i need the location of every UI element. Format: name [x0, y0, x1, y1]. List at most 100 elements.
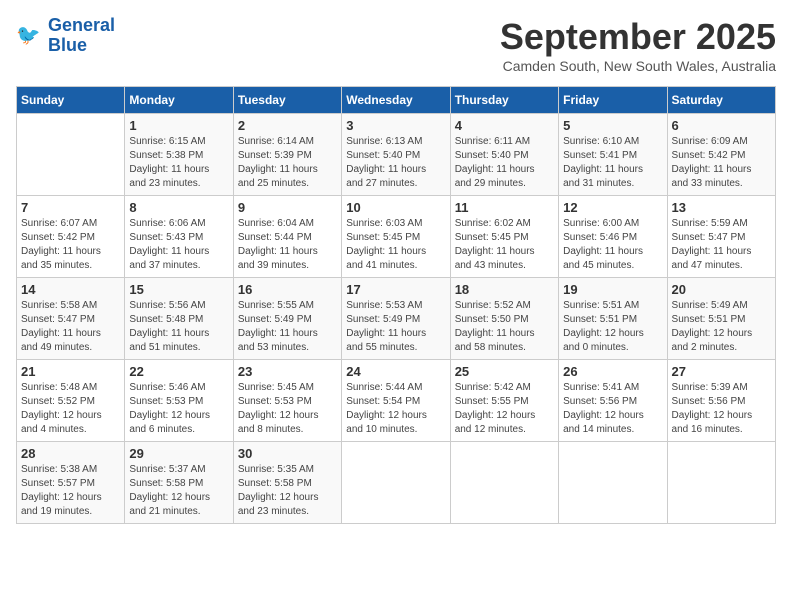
- day-sun-info: Sunrise: 6:04 AM Sunset: 5:44 PM Dayligh…: [238, 217, 337, 273]
- day-number: 21: [21, 364, 120, 379]
- calendar-cell: 2 Sunrise: 6:14 AM Sunset: 5:39 PM Daylig…: [233, 114, 341, 196]
- day-number: 3: [346, 118, 445, 133]
- day-sun-info: Sunrise: 5:55 AM Sunset: 5:49 PM Dayligh…: [238, 299, 337, 355]
- day-number: 23: [238, 364, 337, 379]
- weekday-header: Monday: [125, 87, 233, 114]
- calendar-cell: 3 Sunrise: 6:13 AM Sunset: 5:40 PM Daylig…: [342, 114, 450, 196]
- calendar-cell: 22 Sunrise: 5:46 AM Sunset: 5:53 PM Dayli…: [125, 360, 233, 442]
- calendar-cell: 12 Sunrise: 6:00 AM Sunset: 5:46 PM Dayli…: [559, 196, 667, 278]
- day-sun-info: Sunrise: 6:07 AM Sunset: 5:42 PM Dayligh…: [21, 217, 120, 273]
- day-number: 8: [129, 200, 228, 215]
- day-number: 30: [238, 446, 337, 461]
- day-number: 16: [238, 282, 337, 297]
- day-sun-info: Sunrise: 6:14 AM Sunset: 5:39 PM Dayligh…: [238, 135, 337, 191]
- day-sun-info: Sunrise: 6:00 AM Sunset: 5:46 PM Dayligh…: [563, 217, 662, 273]
- calendar-week-row: 21Sunrise: 5:48 AM Sunset: 5:52 PM Dayli…: [17, 360, 776, 442]
- calendar-week-row: 14 Sunrise: 5:58 AM Sunset: 5:47 PM Dayli…: [17, 278, 776, 360]
- day-number: 7: [21, 200, 120, 215]
- day-number: 24: [346, 364, 445, 379]
- day-sun-info: Sunrise: 6:10 AM Sunset: 5:41 PM Dayligh…: [563, 135, 662, 191]
- calendar-cell: 18Sunrise: 5:52 AM Sunset: 5:50 PM Dayli…: [450, 278, 558, 360]
- header: 🐦 General Blue September 2025 Camden Sou…: [16, 16, 776, 74]
- calendar-week-row: 7 Sunrise: 6:07 AM Sunset: 5:42 PM Daylig…: [17, 196, 776, 278]
- calendar-cell: 13Sunrise: 5:59 AM Sunset: 5:47 PM Dayli…: [667, 196, 775, 278]
- calendar-cell: 9Sunrise: 6:04 AM Sunset: 5:44 PM Daylig…: [233, 196, 341, 278]
- day-number: 28: [21, 446, 120, 461]
- day-sun-info: Sunrise: 6:11 AM Sunset: 5:40 PM Dayligh…: [455, 135, 554, 191]
- calendar-cell: 10 Sunrise: 6:03 AM Sunset: 5:45 PM Dayli…: [342, 196, 450, 278]
- day-number: 10: [346, 200, 445, 215]
- weekday-header: Saturday: [667, 87, 775, 114]
- day-sun-info: Sunrise: 5:49 AM Sunset: 5:51 PM Dayligh…: [672, 299, 771, 355]
- day-number: 14: [21, 282, 120, 297]
- calendar-cell: 4 Sunrise: 6:11 AM Sunset: 5:40 PM Daylig…: [450, 114, 558, 196]
- day-number: 5: [563, 118, 662, 133]
- weekday-header: Friday: [559, 87, 667, 114]
- calendar-cell: 15 Sunrise: 5:56 AM Sunset: 5:48 PM Dayli…: [125, 278, 233, 360]
- logo-text: General Blue: [48, 16, 115, 56]
- calendar-cell: 28 Sunrise: 5:38 AM Sunset: 5:57 PM Dayli…: [17, 442, 125, 524]
- day-sun-info: Sunrise: 5:46 AM Sunset: 5:53 PM Dayligh…: [129, 381, 228, 437]
- day-sun-info: Sunrise: 5:56 AM Sunset: 5:48 PM Dayligh…: [129, 299, 228, 355]
- day-number: 15: [129, 282, 228, 297]
- day-number: 17: [346, 282, 445, 297]
- calendar-cell: 19 Sunrise: 5:51 AM Sunset: 5:51 PM Dayli…: [559, 278, 667, 360]
- day-sun-info: Sunrise: 6:15 AM Sunset: 5:38 PM Dayligh…: [129, 135, 228, 191]
- day-sun-info: Sunrise: 6:06 AM Sunset: 5:43 PM Dayligh…: [129, 217, 228, 273]
- calendar-cell: 16 Sunrise: 5:55 AM Sunset: 5:49 PM Dayli…: [233, 278, 341, 360]
- day-number: 12: [563, 200, 662, 215]
- calendar-cell: 30 Sunrise: 5:35 AM Sunset: 5:58 PM Dayli…: [233, 442, 341, 524]
- weekday-header-row: SundayMondayTuesdayWednesdayThursdayFrid…: [17, 87, 776, 114]
- day-sun-info: Sunrise: 5:41 AM Sunset: 5:56 PM Dayligh…: [563, 381, 662, 437]
- day-sun-info: Sunrise: 5:58 AM Sunset: 5:47 PM Dayligh…: [21, 299, 120, 355]
- weekday-header: Tuesday: [233, 87, 341, 114]
- day-sun-info: Sunrise: 5:52 AM Sunset: 5:50 PM Dayligh…: [455, 299, 554, 355]
- day-sun-info: Sunrise: 6:02 AM Sunset: 5:45 PM Dayligh…: [455, 217, 554, 273]
- logo: 🐦 General Blue: [16, 16, 115, 56]
- calendar-cell: 14 Sunrise: 5:58 AM Sunset: 5:47 PM Dayli…: [17, 278, 125, 360]
- day-number: 4: [455, 118, 554, 133]
- svg-text:🐦: 🐦: [16, 24, 40, 46]
- title-area: September 2025 Camden South, New South W…: [500, 16, 776, 74]
- day-sun-info: Sunrise: 6:09 AM Sunset: 5:42 PM Dayligh…: [672, 135, 771, 191]
- day-sun-info: Sunrise: 5:45 AM Sunset: 5:53 PM Dayligh…: [238, 381, 337, 437]
- calendar-cell: 20 Sunrise: 5:49 AM Sunset: 5:51 PM Dayli…: [667, 278, 775, 360]
- calendar-cell: 17 Sunrise: 5:53 AM Sunset: 5:49 PM Dayli…: [342, 278, 450, 360]
- day-sun-info: Sunrise: 5:38 AM Sunset: 5:57 PM Dayligh…: [21, 463, 120, 519]
- calendar-cell: 11Sunrise: 6:02 AM Sunset: 5:45 PM Dayli…: [450, 196, 558, 278]
- calendar-table: SundayMondayTuesdayWednesdayThursdayFrid…: [16, 86, 776, 524]
- day-sun-info: Sunrise: 5:39 AM Sunset: 5:56 PM Dayligh…: [672, 381, 771, 437]
- weekday-header: Wednesday: [342, 87, 450, 114]
- calendar-cell: [342, 442, 450, 524]
- weekday-header: Sunday: [17, 87, 125, 114]
- calendar-cell: 6Sunrise: 6:09 AM Sunset: 5:42 PM Daylig…: [667, 114, 775, 196]
- calendar-cell: [559, 442, 667, 524]
- calendar-cell: 25 Sunrise: 5:42 AM Sunset: 5:55 PM Dayli…: [450, 360, 558, 442]
- day-number: 20: [672, 282, 771, 297]
- day-sun-info: Sunrise: 6:03 AM Sunset: 5:45 PM Dayligh…: [346, 217, 445, 273]
- logo-icon: 🐦: [16, 22, 44, 50]
- day-sun-info: Sunrise: 5:51 AM Sunset: 5:51 PM Dayligh…: [563, 299, 662, 355]
- weekday-header: Thursday: [450, 87, 558, 114]
- day-sun-info: Sunrise: 5:44 AM Sunset: 5:54 PM Dayligh…: [346, 381, 445, 437]
- day-number: 29: [129, 446, 228, 461]
- day-number: 2: [238, 118, 337, 133]
- calendar-cell: 1 Sunrise: 6:15 AM Sunset: 5:38 PM Daylig…: [125, 114, 233, 196]
- day-sun-info: Sunrise: 6:13 AM Sunset: 5:40 PM Dayligh…: [346, 135, 445, 191]
- calendar-cell: 8 Sunrise: 6:06 AM Sunset: 5:43 PM Daylig…: [125, 196, 233, 278]
- day-number: 1: [129, 118, 228, 133]
- day-sun-info: Sunrise: 5:35 AM Sunset: 5:58 PM Dayligh…: [238, 463, 337, 519]
- calendar-cell: 21Sunrise: 5:48 AM Sunset: 5:52 PM Dayli…: [17, 360, 125, 442]
- calendar-cell: 26Sunrise: 5:41 AM Sunset: 5:56 PM Dayli…: [559, 360, 667, 442]
- day-number: 25: [455, 364, 554, 379]
- day-sun-info: Sunrise: 5:42 AM Sunset: 5:55 PM Dayligh…: [455, 381, 554, 437]
- calendar-cell: 23 Sunrise: 5:45 AM Sunset: 5:53 PM Dayli…: [233, 360, 341, 442]
- calendar-cell: 29 Sunrise: 5:37 AM Sunset: 5:58 PM Dayli…: [125, 442, 233, 524]
- day-number: 22: [129, 364, 228, 379]
- day-number: 19: [563, 282, 662, 297]
- day-number: 27: [672, 364, 771, 379]
- day-sun-info: Sunrise: 5:53 AM Sunset: 5:49 PM Dayligh…: [346, 299, 445, 355]
- calendar-cell: 27 Sunrise: 5:39 AM Sunset: 5:56 PM Dayli…: [667, 360, 775, 442]
- calendar-cell: [450, 442, 558, 524]
- day-sun-info: Sunrise: 5:37 AM Sunset: 5:58 PM Dayligh…: [129, 463, 228, 519]
